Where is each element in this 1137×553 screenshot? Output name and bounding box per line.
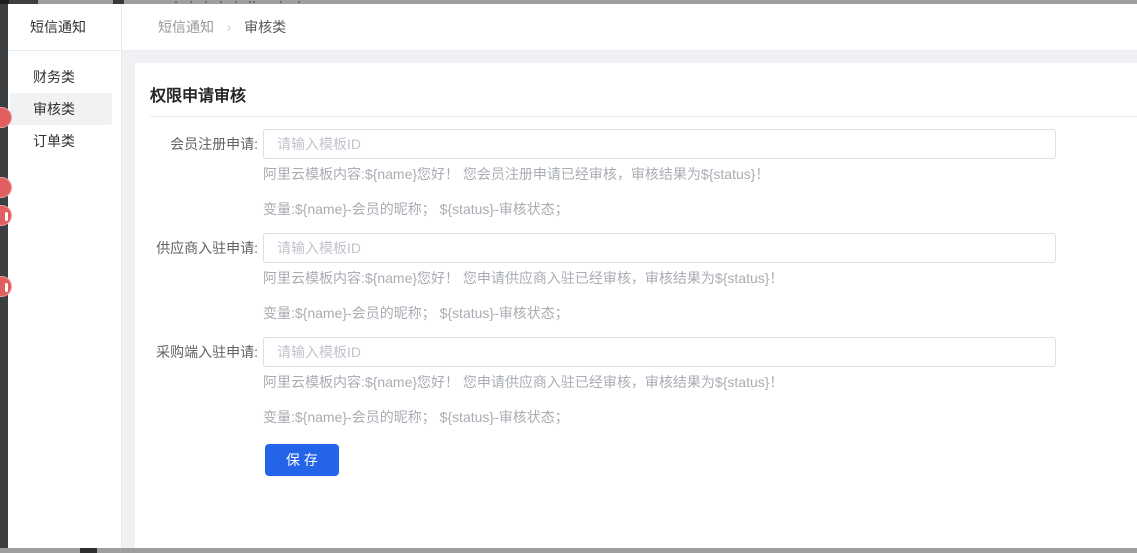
badge-white-bar (5, 212, 8, 221)
form-row-member-register: 会员注册申请: 阿里云模板内容:${name}您好！ 您会员注册申请已经审核，审… (135, 129, 1137, 233)
content-left-gutter (122, 63, 135, 553)
member-register-template-id-input[interactable] (263, 129, 1056, 159)
title-divider (150, 116, 1137, 117)
top-strip-darkest-segment (0, 0, 9, 4)
breadcrumb-item-audit: 审核类 (244, 19, 286, 35)
sidebar-title: 短信通知 (8, 4, 121, 51)
content-top-gutter (122, 51, 1137, 63)
sidebar-item-finance[interactable]: 财务类 (10, 61, 112, 93)
breadcrumb: 短信通知 › 审核类 (122, 4, 1137, 51)
supplier-entry-label: 供应商入驻申请: (150, 233, 258, 263)
sidebar: 短信通知 财务类 审核类 订单类 (8, 4, 122, 553)
form-row-purchaser-entry: 采购端入驻申请: 阿里云模板内容:${name}您好！ 您申请供应商入驻已经审核… (135, 337, 1137, 441)
purchaser-entry-template-id-input[interactable] (263, 337, 1056, 367)
sidebar-item-audit[interactable]: 审核类 (10, 93, 112, 125)
purchaser-entry-template-desc: 阿里云模板内容:${name}您好！ 您申请供应商入驻已经审核，审核结果为${s… (263, 372, 783, 392)
sidebar-item-order[interactable]: 订单类 (10, 125, 112, 157)
breadcrumb-item-sms[interactable]: 短信通知 (158, 19, 214, 35)
window-bottom-strip (0, 548, 1137, 553)
member-register-template-desc: 阿里云模板内容:${name}您好！ 您会员注册申请已经审核，审核结果为${st… (263, 164, 769, 184)
main-card: 权限申请审核 会员注册申请: 阿里云模板内容:${name}您好！ 您会员注册申… (135, 63, 1137, 553)
badge-white-bar (5, 283, 8, 292)
page-title: 权限申请审核 (150, 82, 246, 106)
horizontal-scrollbar-thumb[interactable] (80, 548, 97, 553)
top-strip-ticks (175, 1, 177, 3)
purchaser-entry-vars-desc: 变量:${name}-会员的昵称； ${status}-审核状态； (263, 407, 569, 427)
supplier-entry-template-desc: 阿里云模板内容:${name}您好！ 您申请供应商入驻已经审核，审核结果为${s… (263, 268, 783, 288)
window-top-strip (0, 0, 1137, 4)
purchaser-entry-label: 采购端入驻申请: (150, 337, 258, 367)
member-register-label: 会员注册申请: (150, 129, 258, 159)
save-button[interactable]: 保 存 (265, 444, 339, 476)
supplier-entry-vars-desc: 变量:${name}-会员的昵称； ${status}-审核状态； (263, 303, 569, 323)
top-strip-tab-segment (113, 0, 124, 4)
chevron-right-icon: › (227, 20, 231, 35)
supplier-entry-template-id-input[interactable] (263, 233, 1056, 263)
member-register-vars-desc: 变量:${name}-会员的昵称； ${status}-审核状态； (263, 199, 569, 219)
form-row-supplier-entry: 供应商入驻申请: 阿里云模板内容:${name}您好！ 您申请供应商入驻已经审核… (135, 233, 1137, 337)
sidebar-menu: 财务类 审核类 订单类 (8, 51, 121, 157)
